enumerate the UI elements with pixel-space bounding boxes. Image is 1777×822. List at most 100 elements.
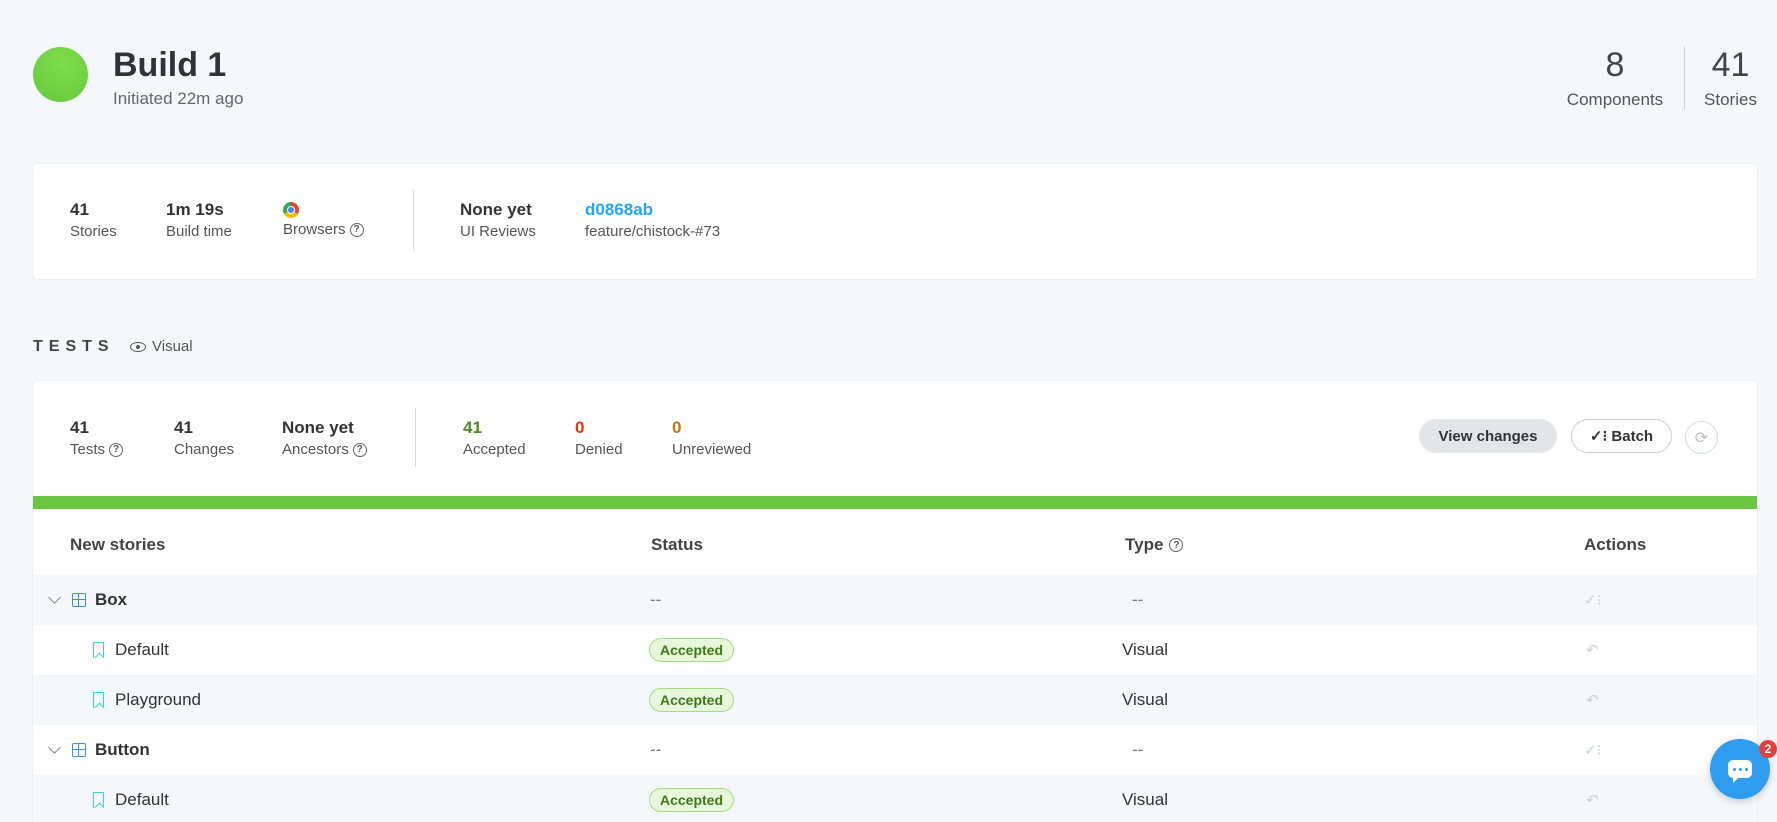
accepted-count-label: Accepted [463,441,526,458]
denied-count-label: Denied [575,441,623,458]
chrome-icon[interactable] [283,202,299,218]
type-cell: Visual [1122,640,1168,659]
table-row-group[interactable]: Box -- -- ✓⁝ [33,575,1757,625]
story-name[interactable]: Default [115,625,169,675]
undo-icon[interactable]: ↶ [1586,625,1599,675]
column-header-new-stories: New stories [70,535,166,554]
tests-count: 41 Tests ? [70,418,124,458]
info-browsers: Browsers ? [283,201,364,238]
story-name[interactable]: Default [115,775,169,822]
tests-card: 41 Tests ? 41 Changes None yet Ancestors… [33,381,1757,822]
changes-count: 41 Changes [174,418,234,458]
help-icon[interactable]: ? [1169,538,1184,552]
info-ui-reviews[interactable]: None yet UI Reviews [460,200,536,240]
unreviewed-count-value: 0 [672,418,682,437]
story-icon-cell [93,675,104,725]
status-cell: Accepted [649,625,735,675]
commit-link[interactable]: d0868ab [585,200,720,220]
chat-unread-badge: 2 [1759,740,1777,758]
story-icon-cell [93,775,104,822]
status-badge: Accepted [649,638,735,662]
status-badge: Accepted [649,688,735,712]
chevron-down-icon [48,591,61,604]
divider [415,408,416,467]
status-cell: -- [650,740,662,759]
chevron-down-icon [48,741,61,754]
collapse-toggle[interactable] [48,575,61,625]
info-stories-value: 41 [70,200,89,219]
build-initiated-time: Initiated 22m ago [113,89,244,108]
table-row-story[interactable]: Default Accepted Visual ↶ [33,625,1757,675]
refresh-icon[interactable]: ⟳ [1685,421,1718,454]
table-row-story[interactable]: Playground Accepted Visual ↶ [33,675,1757,725]
page-title: Build 1 [113,46,227,84]
component-name: Box [95,590,128,609]
type-cell: Visual [1122,690,1168,709]
accepted-count-value: 41 [463,418,482,437]
ancestors-label-row: Ancestors ? [282,441,367,458]
build-info-card: 41 Stories 1m 19s Build time Browsers ? … [33,164,1757,279]
type-cell: Visual [1122,790,1168,809]
info-browsers-label: Browsers [283,221,346,238]
components-stat[interactable]: 8 Components [1565,46,1665,110]
ancestors: None yet Ancestors ? [282,418,367,458]
story-icon-cell [93,625,104,675]
help-icon[interactable]: ? [109,442,124,457]
status-cell: -- [650,590,662,609]
table-row-story[interactable]: Default Accepted Visual ↶ [33,775,1757,822]
info-build-time-value: 1m 19s [166,200,224,219]
denied-count-value: 0 [575,418,585,437]
info-build-time: 1m 19s Build time [166,200,232,240]
component-icon [72,593,86,607]
review-progress-bar [33,496,1757,509]
tests-count-label: Tests [70,441,106,458]
batch-review-icon[interactable]: ✓⁝ [1584,575,1601,625]
test-mode-label: Visual [152,338,193,355]
changes-count-value: 41 [174,418,193,437]
divider [413,190,414,251]
batch-button[interactable]: ✓⁝ Batch [1571,419,1672,453]
build-header: Build 1 Initiated 22m ago 8 Components 4… [33,46,1757,110]
info-commit: d0868ab feature/chistock-#73 [585,200,720,240]
help-icon[interactable]: ? [349,222,364,237]
type-cell: -- [1132,590,1144,609]
info-browsers-label-row: Browsers ? [283,221,364,238]
component-icon [72,743,86,757]
info-ui-reviews-value: None yet [460,200,532,219]
collapse-toggle[interactable] [48,725,61,775]
component-icon-cell [72,725,86,775]
tests-count-label-row: Tests ? [70,441,124,458]
build-status-indicator [33,47,88,102]
stories-count: 41 [1711,46,1750,84]
batch-review-icon[interactable]: ✓⁝ [1584,725,1601,775]
components-label: Components [1566,90,1664,109]
story-name[interactable]: Playground [115,675,201,725]
info-ui-reviews-label: UI Reviews [460,223,536,240]
unreviewed-count-label: Unreviewed [672,441,752,458]
tests-count-value: 41 [70,418,89,437]
info-stories-label: Stories [70,223,117,240]
column-header-actions: Actions [1584,535,1647,554]
branch-name: feature/chistock-#73 [585,223,721,240]
component-name: Button [95,740,150,759]
accepted-count: 41 Accepted [463,418,526,458]
type-cell: -- [1132,740,1144,759]
undo-icon[interactable]: ↶ [1586,675,1599,725]
undo-icon[interactable]: ↶ [1586,775,1599,822]
column-header-type-label: Type [1125,535,1164,554]
bookmark-icon [93,792,104,808]
column-header-type: Type ? [1125,535,1184,555]
help-icon[interactable]: ? [352,442,367,457]
stories-label: Stories [1704,90,1757,109]
test-mode-tag: Visual [130,338,193,355]
stories-stat[interactable]: 41 Stories [1684,46,1757,110]
status-cell: Accepted [649,675,735,725]
status-cell: Accepted [649,775,735,822]
tests-section-heading: TESTS [33,338,115,355]
unreviewed-count: 0 Unreviewed [672,418,751,458]
build-summary-stats: 8 Components 41 Stories [1565,46,1757,110]
table-row-group[interactable]: Button -- -- ✓⁝ [33,725,1757,775]
table-header: New stories Status Type ? Actions [33,509,1757,575]
view-changes-button[interactable]: View changes [1419,419,1557,453]
bookmark-icon [93,642,104,658]
